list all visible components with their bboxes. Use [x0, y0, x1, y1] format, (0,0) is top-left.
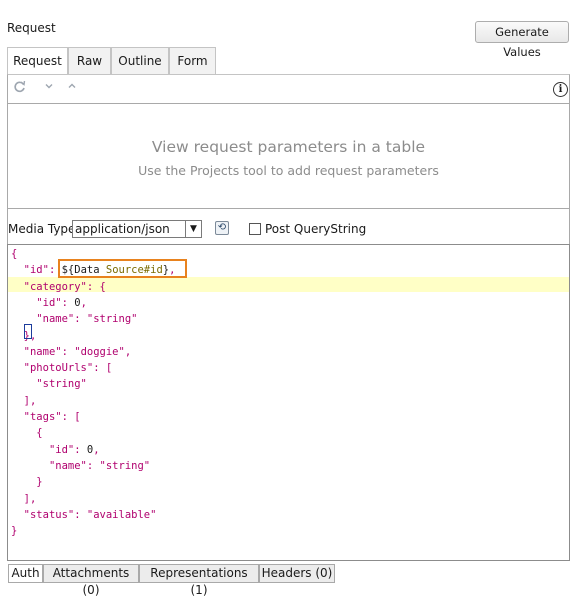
- section-title: Request: [7, 21, 56, 35]
- selected-expression-box: [58, 259, 187, 278]
- matching-bracket-box: [24, 324, 32, 339]
- code-line: ],: [23, 492, 37, 505]
- code-line: "name": "string": [48, 459, 151, 472]
- params-empty-subtitle: Use the Projects tool to add request par…: [138, 163, 439, 178]
- tab-raw[interactable]: Raw: [68, 47, 111, 74]
- tab-request[interactable]: Request: [7, 47, 68, 75]
- code-line: {: [36, 427, 43, 440]
- code-line: "id": 0,: [48, 443, 100, 456]
- code-line: "name": "doggie",: [23, 345, 132, 358]
- code-line: "tags": [: [23, 411, 81, 423]
- chevron-down-icon[interactable]: [44, 80, 54, 94]
- refresh-icon[interactable]: [13, 80, 26, 96]
- media-type-value: application/json: [75, 222, 170, 236]
- tab-auth[interactable]: Auth: [8, 564, 43, 583]
- code-line: "photoUrls": [: [23, 362, 113, 375]
- request-parameters-box: [7, 103, 570, 209]
- code-line: {: [11, 248, 18, 260]
- code-line: "id": 0,: [36, 296, 87, 309]
- code-line: }: [36, 476, 43, 489]
- code-line: "category": {: [23, 280, 106, 293]
- chevron-up-icon[interactable]: [67, 80, 77, 94]
- tab-attachments[interactable]: Attachments (0): [43, 564, 139, 597]
- params-empty-title: View request parameters in a table: [151, 138, 426, 156]
- post-querystring-checkbox[interactable]: [249, 223, 261, 235]
- generate-values-button[interactable]: Generate Values: [475, 21, 569, 59]
- tab-headers[interactable]: Headers (0): [259, 564, 335, 583]
- code-line: }: [11, 525, 18, 538]
- media-type-label: Media Type: [8, 222, 76, 236]
- post-querystring-label: Post QueryString: [265, 222, 367, 236]
- code-line: ],: [23, 394, 37, 407]
- info-icon[interactable]: i: [553, 82, 568, 97]
- tab-form[interactable]: Form: [169, 47, 216, 74]
- tab-representations[interactable]: Representations (1): [139, 564, 259, 597]
- code-line: "string": [36, 378, 87, 391]
- dropdown-arrow-icon[interactable]: ▼: [185, 221, 201, 237]
- tab-outline[interactable]: Outline: [111, 47, 169, 74]
- code-line: "status": "available": [23, 508, 157, 521]
- media-refresh-icon[interactable]: ⟲: [215, 221, 229, 235]
